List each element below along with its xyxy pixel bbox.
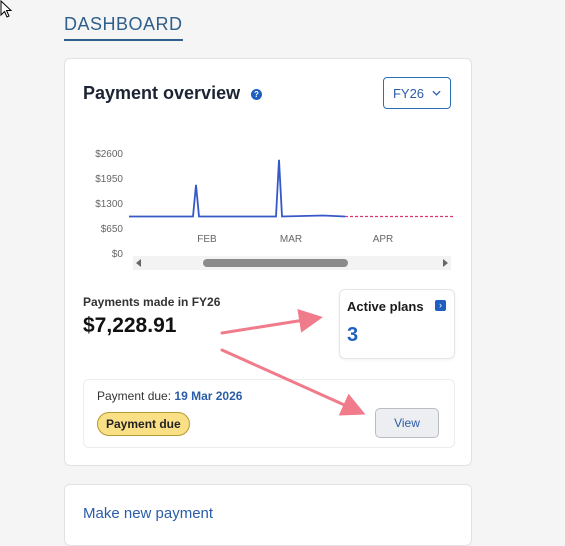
y-tick-label: $0 <box>112 249 124 260</box>
card-title: Payment overview <box>83 83 241 103</box>
payment-due-line: Payment due: 19 Mar 2026 <box>97 389 242 403</box>
question-icon[interactable]: ? <box>251 89 262 100</box>
scroll-thumb[interactable] <box>203 259 348 267</box>
payment-due-label: Payment due: <box>97 389 172 403</box>
payment-chart: $2600 $1950 $1300 $650 $0 FEB MAR APR <box>95 149 455 260</box>
payment-due-date: 19 Mar 2026 <box>174 389 243 403</box>
scroll-right-arrow-icon[interactable] <box>443 259 448 267</box>
view-button[interactable]: View <box>375 408 439 438</box>
chart-scrollbar[interactable] <box>133 256 451 270</box>
payment-due-box: Payment due: 19 Mar 2026 Payment due Vie… <box>83 379 455 448</box>
make-new-payment-link[interactable]: Make new payment <box>83 505 213 522</box>
mouse-cursor-icon <box>0 0 13 18</box>
chevron-right-icon[interactable]: › <box>435 300 446 311</box>
payment-overview-card: Payment overview ? FY26 $2600 $1950 $1300 $… <box>64 58 472 466</box>
x-tick-label: FEB <box>197 234 217 245</box>
active-plans-card[interactable]: Active plans › 3 <box>339 289 455 359</box>
y-tick-label: $2600 <box>95 149 123 160</box>
payments-series-line <box>129 159 346 218</box>
scroll-left-arrow-icon[interactable] <box>136 259 141 267</box>
make-payment-card: Make new payment <box>64 484 472 546</box>
payment-due-badge: Payment due <box>97 412 190 436</box>
tab-dashboard-label: DASHBOARD <box>64 14 183 34</box>
fiscal-year-select[interactable]: FY26 <box>383 77 451 109</box>
payments-made-label: Payments made in FY26 <box>83 295 221 309</box>
x-tick-label: APR <box>373 234 394 245</box>
tab-dashboard[interactable]: DASHBOARD <box>64 14 183 41</box>
y-tick-label: $1950 <box>95 174 123 185</box>
y-tick-label: $1300 <box>95 199 123 210</box>
payments-made-value: $7,228.91 <box>83 314 177 337</box>
x-tick-label: MAR <box>280 234 302 245</box>
y-tick-label: $650 <box>101 224 124 235</box>
chevron-down-icon <box>432 90 441 96</box>
active-plans-count: 3 <box>347 324 359 346</box>
active-plans-label: Active plans <box>347 299 424 314</box>
fiscal-year-value: FY26 <box>392 85 425 101</box>
tab-active-underline <box>64 39 183 41</box>
